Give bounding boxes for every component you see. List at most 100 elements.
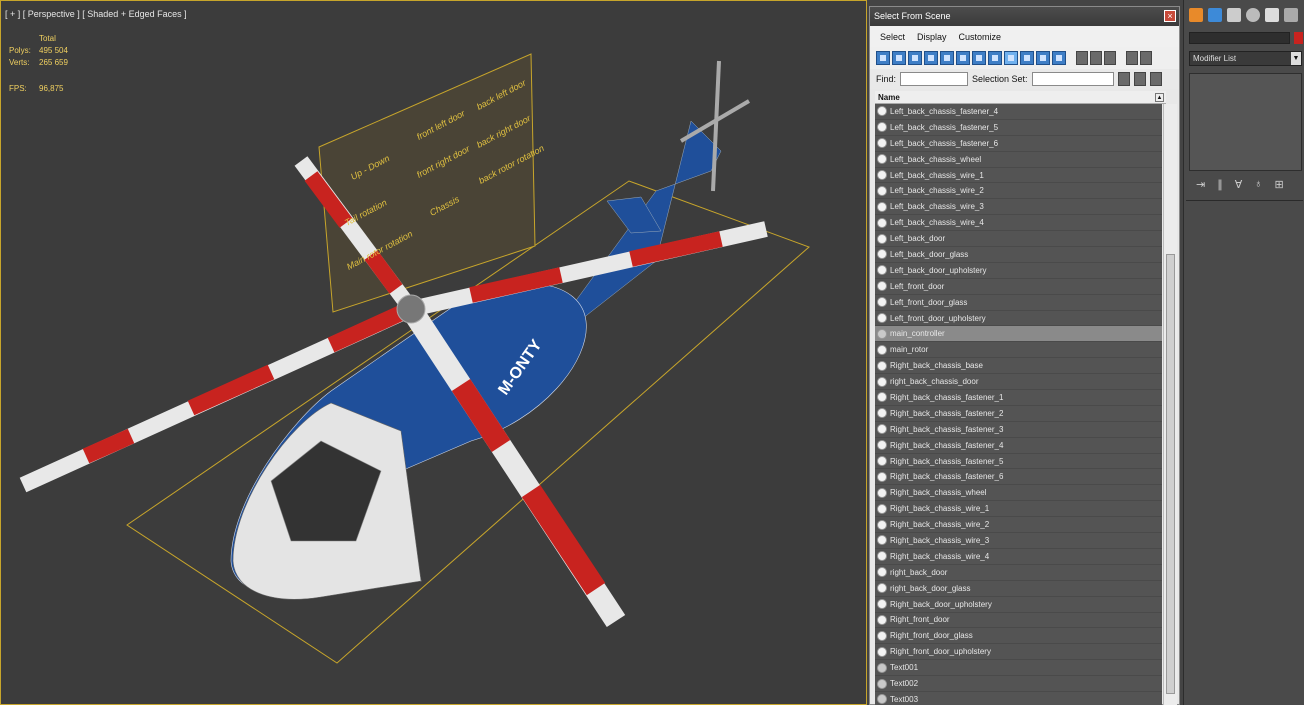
list-item[interactable]: right_back_chassis_door — [875, 374, 1162, 391]
list-item[interactable]: main_rotor — [875, 342, 1162, 359]
list-item[interactable]: Left_back_chassis_fastener_6 — [875, 136, 1162, 152]
make-unique-icon[interactable]: ∀ — [1235, 178, 1243, 191]
list-item[interactable]: Left_back_chassis_fastener_5 — [875, 120, 1162, 136]
filter-icon[interactable] — [1126, 51, 1138, 65]
list-item[interactable]: Left_back_chassis_wheel — [875, 152, 1162, 168]
display-bones-icon[interactable] — [1004, 51, 1018, 65]
list-item[interactable]: Left_front_door_upholstery — [875, 311, 1162, 327]
verts-value: 265 659 — [39, 58, 68, 67]
list-item[interactable]: Left_front_door_glass — [875, 295, 1162, 311]
list-item[interactable]: Right_front_door_upholstery — [875, 644, 1162, 661]
sort-ascending-icon[interactable]: ▲ — [1155, 93, 1164, 102]
display-none-icon[interactable] — [1090, 51, 1102, 65]
list-item[interactable]: main_controller — [875, 326, 1162, 343]
list-item[interactable]: Right_back_chassis_fastener_2 — [875, 406, 1162, 422]
display-invert-icon[interactable] — [1104, 51, 1116, 65]
scrollbar-thumb[interactable] — [1166, 254, 1175, 694]
configure-modifier-sets-icon[interactable]: ⊞ — [1275, 178, 1284, 191]
motion-tab-icon[interactable] — [1246, 8, 1260, 22]
list-item[interactable]: Right_front_door_glass — [875, 628, 1162, 645]
list-item[interactable]: Right_back_chassis_fastener_6 — [875, 469, 1162, 486]
command-panel-tabs — [1184, 0, 1304, 30]
list-item[interactable]: Text003 — [875, 692, 1162, 705]
object-type-icon — [877, 170, 887, 180]
display-tab-icon[interactable] — [1265, 8, 1279, 22]
list-item[interactable]: Left_front_door — [875, 279, 1162, 295]
display-groups-icon[interactable] — [972, 51, 986, 65]
perspective-viewport[interactable]: M-ONTY [ + ] [ Perspective ] [ Shaded + … — [0, 0, 867, 705]
dialog-titlebar[interactable]: Select From Scene × — [870, 7, 1179, 26]
list-item[interactable]: Right_back_chassis_wheel — [875, 485, 1162, 502]
menu-select[interactable]: Select — [880, 32, 905, 42]
list-item[interactable]: Right_back_chassis_wire_1 — [875, 501, 1162, 518]
object-type-icon — [877, 424, 887, 435]
menu-customize[interactable]: Customize — [959, 32, 1002, 42]
list-item[interactable]: Text001 — [875, 660, 1162, 677]
object-type-icon — [877, 567, 887, 578]
list-item[interactable]: right_back_door_glass — [875, 581, 1162, 597]
list-item[interactable]: Left_back_door_upholstery — [875, 263, 1162, 279]
utilities-tab-icon[interactable] — [1284, 8, 1298, 22]
display-cameras-icon[interactable] — [924, 51, 938, 65]
viewport-label[interactable]: [ + ] [ Perspective ] [ Shaded + Edged F… — [5, 9, 187, 19]
list-item[interactable]: Left_back_chassis_wire_1 — [875, 168, 1162, 184]
list-item[interactable]: Right_back_chassis_base — [875, 358, 1162, 375]
modifier-stack[interactable] — [1189, 73, 1302, 171]
chevron-down-icon[interactable]: ▼ — [1291, 52, 1301, 65]
select-dependents-icon[interactable] — [1149, 72, 1162, 86]
display-lights-icon[interactable] — [908, 51, 922, 65]
display-shapes-icon[interactable] — [892, 51, 906, 65]
selection-set-icon[interactable] — [1117, 72, 1130, 86]
object-type-icon — [877, 313, 887, 324]
list-item[interactable]: Left_back_door_glass — [875, 247, 1162, 263]
close-icon[interactable]: × — [1164, 10, 1176, 22]
list-scrollbar[interactable] — [1163, 104, 1177, 705]
list-item[interactable]: Right_back_chassis_fastener_4 — [875, 438, 1162, 454]
list-item[interactable]: Right_back_chassis_fastener_5 — [875, 454, 1162, 470]
create-tab-icon[interactable] — [1189, 8, 1203, 22]
display-geometry-icon[interactable] — [876, 51, 890, 65]
menu-display[interactable]: Display — [917, 32, 947, 42]
find-input[interactable] — [900, 72, 969, 86]
list-item-label: Text002 — [890, 679, 919, 688]
object-type-icon — [877, 122, 887, 133]
display-hidden-icon[interactable] — [1052, 51, 1066, 65]
list-item-label: Left_back_chassis_fastener_4 — [890, 106, 999, 116]
list-item[interactable]: Left_back_door — [875, 231, 1162, 248]
select-all-icon[interactable] — [1133, 72, 1146, 86]
list-item[interactable]: Right_back_door_upholstery — [875, 597, 1162, 613]
modify-tab-icon[interactable] — [1208, 8, 1222, 22]
list-item[interactable]: Right_back_chassis_wire_4 — [875, 549, 1162, 565]
show-end-result-icon[interactable]: ∥ — [1217, 178, 1223, 191]
list-item[interactable]: Right_back_chassis_fastener_3 — [875, 422, 1162, 438]
object-type-icon — [877, 392, 887, 403]
hierarchy-tab-icon[interactable] — [1227, 8, 1241, 22]
name-column-header[interactable]: Name ▲ — [875, 91, 1166, 104]
list-item[interactable]: Left_back_chassis_wire_3 — [875, 199, 1162, 216]
display-frozen-icon[interactable] — [1036, 51, 1050, 65]
scene-object-list[interactable]: Left_back_chassis_fastener_4 Left_back_ch… — [875, 104, 1162, 705]
object-type-icon — [877, 201, 887, 212]
object-name-field[interactable] — [1189, 32, 1290, 44]
object-type-icon — [877, 185, 887, 196]
modifier-list-dropdown[interactable]: Modifier List ▼ — [1189, 51, 1302, 66]
display-xrefs-icon[interactable] — [988, 51, 1002, 65]
list-item[interactable]: Text002 — [875, 676, 1162, 692]
display-containers-icon[interactable] — [1020, 51, 1034, 65]
display-helpers-icon[interactable] — [940, 51, 954, 65]
display-spacewarps-icon[interactable] — [956, 51, 970, 65]
list-item[interactable]: Right_front_door — [875, 613, 1162, 629]
list-item[interactable]: right_back_door — [875, 565, 1162, 581]
filter-options-icon[interactable] — [1140, 51, 1152, 65]
selection-set-input[interactable] — [1031, 72, 1114, 86]
list-item[interactable]: Right_back_chassis_fastener_1 — [875, 390, 1162, 406]
list-item[interactable]: Right_back_chassis_wire_2 — [875, 517, 1162, 534]
pin-stack-icon[interactable]: ⇥ — [1196, 178, 1205, 191]
remove-modifier-icon[interactable]: ♁ — [1254, 178, 1262, 191]
list-item[interactable]: Right_back_chassis_wire_3 — [875, 533, 1162, 549]
list-item[interactable]: Left_back_chassis_fastener_4 — [875, 104, 1162, 120]
display-all-icon[interactable] — [1076, 51, 1088, 65]
list-item[interactable]: Left_back_chassis_wire_4 — [875, 215, 1162, 232]
list-item[interactable]: Left_back_chassis_wire_2 — [875, 183, 1162, 200]
object-color-swatch[interactable] — [1294, 32, 1303, 44]
